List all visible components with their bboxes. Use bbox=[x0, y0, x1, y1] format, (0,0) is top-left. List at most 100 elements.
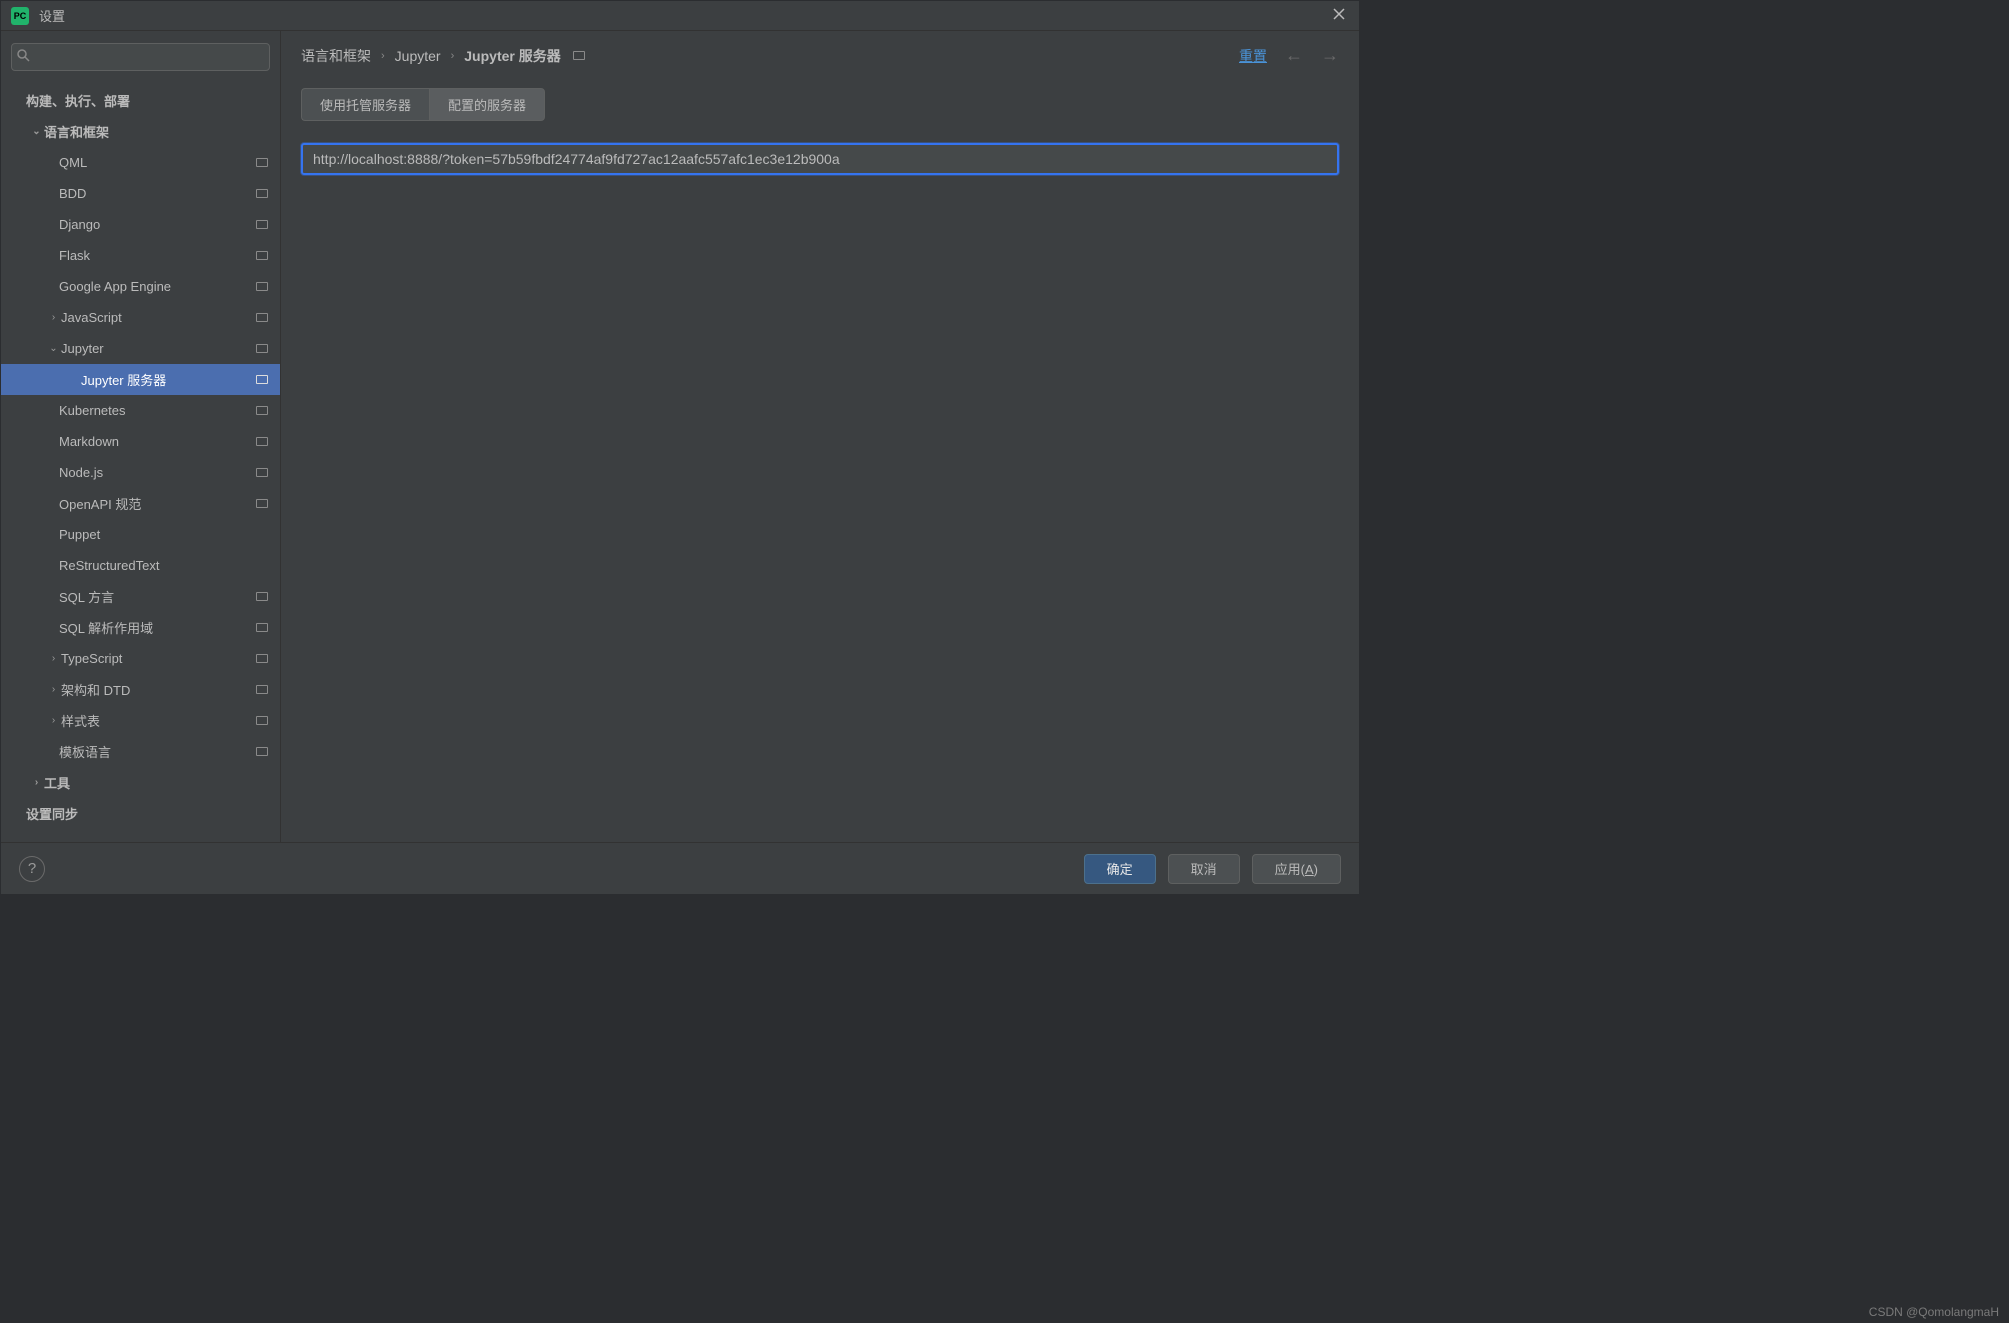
tree-item[interactable]: ›JavaScript bbox=[1, 302, 280, 333]
reset-link[interactable]: 重置 bbox=[1239, 46, 1267, 66]
tree-item[interactable]: Markdown bbox=[1, 426, 280, 457]
tree-item[interactable]: Kubernetes bbox=[1, 395, 280, 426]
project-scope-icon bbox=[256, 654, 268, 663]
tree-item-label: 构建、执行、部署 bbox=[26, 91, 268, 110]
tree-item[interactable]: SQL 方言 bbox=[1, 581, 280, 612]
dialog-footer: ? 确定 取消 应用(A) bbox=[1, 842, 1359, 894]
tree-item-label: Node.js bbox=[59, 465, 256, 480]
search-input[interactable] bbox=[11, 43, 270, 71]
breadcrumb-part[interactable]: Jupyter bbox=[395, 48, 441, 64]
dialog-body: 构建、执行、部署⌄语言和框架QMLBDDDjangoFlaskGoogle Ap… bbox=[1, 31, 1359, 842]
search-icon bbox=[17, 49, 30, 65]
project-scope-icon bbox=[256, 406, 268, 415]
project-scope-icon bbox=[256, 437, 268, 446]
project-scope-icon bbox=[256, 592, 268, 601]
project-scope-icon bbox=[256, 344, 268, 353]
server-url-input[interactable] bbox=[301, 143, 1339, 175]
project-scope-icon bbox=[256, 375, 268, 384]
breadcrumb-current: Jupyter 服务器 bbox=[464, 46, 560, 66]
project-scope-icon bbox=[256, 499, 268, 508]
tree-item-label: Kubernetes bbox=[59, 403, 256, 418]
tree-item[interactable]: 构建、执行、部署 bbox=[1, 85, 280, 116]
chevron-down-icon: ⌄ bbox=[46, 343, 61, 354]
breadcrumb-actions: 重置 ← → bbox=[1239, 45, 1339, 66]
tree-item[interactable]: ›工具 bbox=[1, 767, 280, 798]
chevron-right-icon: › bbox=[46, 312, 61, 323]
tab-configured-server[interactable]: 配置的服务器 bbox=[429, 88, 545, 121]
tree-item[interactable]: ReStructuredText bbox=[1, 550, 280, 581]
tree-item[interactable]: BDD bbox=[1, 178, 280, 209]
tree-item[interactable]: ⌄Jupyter bbox=[1, 333, 280, 364]
tree-item-label: Google App Engine bbox=[59, 279, 256, 294]
server-tab-group: 使用托管服务器 配置的服务器 bbox=[301, 88, 1339, 121]
tree-item-label: 工具 bbox=[44, 773, 268, 792]
project-scope-icon bbox=[256, 282, 268, 291]
tree-item[interactable]: QML bbox=[1, 147, 280, 178]
tree-item[interactable]: SQL 解析作用域 bbox=[1, 612, 280, 643]
apply-suffix: ) bbox=[1314, 862, 1318, 877]
close-button[interactable] bbox=[1331, 6, 1351, 26]
tree-item[interactable]: ›TypeScript bbox=[1, 643, 280, 674]
app-icon: PC bbox=[11, 7, 29, 25]
watermark: CSDN @QomolangmaH bbox=[1869, 1305, 1999, 1319]
chevron-right-icon: › bbox=[29, 777, 44, 788]
tree-item[interactable]: ⌄语言和框架 bbox=[1, 116, 280, 147]
window-title: 设置 bbox=[39, 6, 65, 25]
tree-item-label: 模板语言 bbox=[59, 742, 256, 761]
tree-item-label: 设置同步 bbox=[26, 804, 268, 823]
tree-item[interactable]: 模板语言 bbox=[1, 736, 280, 767]
breadcrumb-row: 语言和框架 › Jupyter › Jupyter 服务器 重置 ← → bbox=[301, 45, 1339, 66]
search-wrap bbox=[1, 31, 280, 81]
project-scope-icon bbox=[573, 51, 585, 60]
help-button[interactable]: ? bbox=[19, 856, 45, 882]
nav-forward-icon: → bbox=[1321, 45, 1339, 66]
tree-item[interactable]: 设置同步 bbox=[1, 798, 280, 829]
tree-item[interactable]: Google App Engine bbox=[1, 271, 280, 302]
project-scope-icon bbox=[256, 685, 268, 694]
chevron-right-icon: › bbox=[46, 684, 61, 695]
nav-back-icon: ← bbox=[1285, 45, 1303, 66]
settings-window: PC 设置 构建、执行、部署⌄语言和框架QMLBDDDjangoFlaskGoo… bbox=[0, 0, 1360, 895]
tree-item-label: QML bbox=[59, 155, 256, 170]
tree-item-label: Puppet bbox=[59, 527, 268, 542]
tree-item[interactable]: Node.js bbox=[1, 457, 280, 488]
tree-item[interactable]: OpenAPI 规范 bbox=[1, 488, 280, 519]
svg-text:PC: PC bbox=[14, 11, 27, 21]
tree-item[interactable]: Django bbox=[1, 209, 280, 240]
project-scope-icon bbox=[256, 220, 268, 229]
tree-item[interactable]: Puppet bbox=[1, 519, 280, 550]
tree-item[interactable]: Jupyter 服务器 bbox=[1, 364, 280, 395]
tree-item-label: ReStructuredText bbox=[59, 558, 268, 573]
tree-item[interactable]: Flask bbox=[1, 240, 280, 271]
apply-prefix: 应用( bbox=[1275, 862, 1305, 877]
project-scope-icon bbox=[256, 747, 268, 756]
project-scope-icon bbox=[256, 468, 268, 477]
project-scope-icon bbox=[256, 716, 268, 725]
tree-item-label: Django bbox=[59, 217, 256, 232]
tree-item-label: BDD bbox=[59, 186, 256, 201]
tree-item-label: JavaScript bbox=[61, 310, 256, 325]
breadcrumb-part[interactable]: 语言和框架 bbox=[301, 46, 371, 66]
help-icon-label: ? bbox=[28, 860, 36, 877]
ok-button[interactable]: 确定 bbox=[1084, 854, 1156, 884]
server-url-wrap bbox=[301, 143, 1339, 175]
settings-content: 语言和框架 › Jupyter › Jupyter 服务器 重置 ← → 使用托… bbox=[281, 31, 1359, 842]
cancel-button[interactable]: 取消 bbox=[1168, 854, 1240, 884]
project-scope-icon bbox=[256, 313, 268, 322]
chevron-down-icon: ⌄ bbox=[29, 126, 44, 137]
chevron-right-icon: › bbox=[46, 653, 61, 664]
tree-item[interactable]: ›架构和 DTD bbox=[1, 674, 280, 705]
tree-item-label: OpenAPI 规范 bbox=[59, 494, 256, 513]
tree-item-label: Flask bbox=[59, 248, 256, 263]
tree-item[interactable]: ›样式表 bbox=[1, 705, 280, 736]
project-scope-icon bbox=[256, 623, 268, 632]
tree-item-label: Jupyter bbox=[61, 341, 256, 356]
apply-button[interactable]: 应用(A) bbox=[1252, 854, 1341, 884]
tree-item-label: 架构和 DTD bbox=[61, 680, 256, 699]
chevron-right-icon: › bbox=[46, 715, 61, 726]
settings-tree[interactable]: 构建、执行、部署 ⌄语言和框架 QML BDD Django Flask Google Ap… bbox=[1, 81, 280, 842]
tree-item-label: SQL 解析作用域 bbox=[59, 618, 256, 637]
tree-item-label: Jupyter 服务器 bbox=[81, 370, 256, 389]
project-scope-icon bbox=[256, 158, 268, 167]
tab-managed-server[interactable]: 使用托管服务器 bbox=[301, 88, 429, 121]
